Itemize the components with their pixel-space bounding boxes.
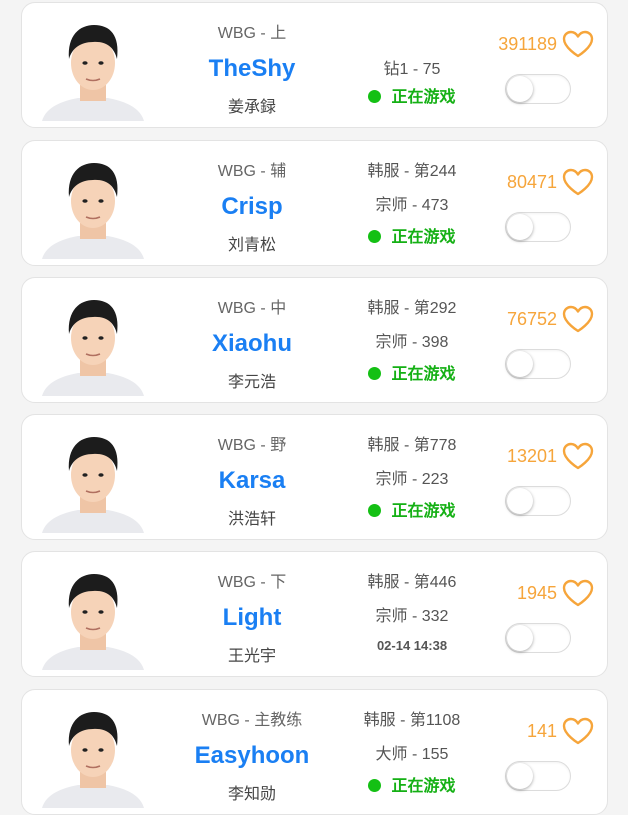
toggle-knob[interactable] xyxy=(507,625,533,651)
player-nickname[interactable]: Xiaohu xyxy=(172,330,332,358)
heart-icon[interactable] xyxy=(561,578,595,608)
follow-toggle[interactable] xyxy=(505,74,571,104)
online-status: 正在游戏 xyxy=(342,772,482,796)
follow-toggle[interactable] xyxy=(505,486,571,516)
heart-icon[interactable] xyxy=(561,441,595,471)
tier-rank: 大师 - 155 xyxy=(375,746,449,763)
server-rank: 韩服 - 第1108 xyxy=(363,712,461,729)
player-avatar xyxy=(40,560,146,670)
follow-toggle[interactable] xyxy=(505,212,571,242)
like-area[interactable]: 141 xyxy=(527,716,595,746)
heart-icon[interactable] xyxy=(561,716,595,746)
team-position: WBG - 野 xyxy=(217,437,287,454)
status-label: 正在游戏 xyxy=(391,89,456,106)
online-status: 正在游戏 xyxy=(342,497,482,521)
player-nickname[interactable]: TheShy xyxy=(172,55,332,83)
player-card[interactable]: WBG - 下 Light 王光宇 韩服 - 第446 宗师 - 332 02-14 14… xyxy=(21,551,608,677)
online-status: 正在游戏 xyxy=(342,83,482,107)
player-card[interactable]: WBG - 野 Karsa 洪浩轩 韩服 - 第778 宗师 - 223 正在游戏 1320… xyxy=(21,414,608,540)
player-real-name: 洪浩轩 xyxy=(227,511,276,528)
player-nickname[interactable]: Crisp xyxy=(172,193,332,221)
server-rank: 韩服 - 第292 xyxy=(367,300,457,317)
player-nickname[interactable]: Karsa xyxy=(172,467,332,495)
player-avatar xyxy=(40,149,146,259)
online-dot-icon xyxy=(368,779,382,792)
online-status: 正在游戏 xyxy=(342,223,482,247)
tier-rank: 宗师 - 223 xyxy=(375,471,449,488)
like-area[interactable]: 391189 xyxy=(498,29,595,59)
online-dot-icon xyxy=(368,504,382,517)
player-real-name: 李元浩 xyxy=(227,374,276,391)
online-status: 正在游戏 xyxy=(342,360,482,384)
player-nickname[interactable]: Light xyxy=(172,604,332,632)
tier-rank: 钻1 - 75 xyxy=(383,61,441,78)
player-real-name: 姜承録 xyxy=(227,99,276,116)
last-seen-time: 02-14 14:38 xyxy=(376,638,448,653)
like-count: 80471 xyxy=(506,171,557,192)
heart-icon[interactable] xyxy=(561,167,595,197)
player-real-name: 王光宇 xyxy=(227,648,276,665)
team-position: WBG - 下 xyxy=(217,574,287,591)
team-position: WBG - 辅 xyxy=(217,163,287,180)
like-area[interactable]: 76752 xyxy=(507,304,595,334)
player-nickname[interactable]: Easyhoon xyxy=(172,742,332,770)
like-count: 391189 xyxy=(498,33,557,54)
toggle-knob[interactable] xyxy=(507,76,533,102)
player-card[interactable]: WBG - 上 TheShy 姜承録 钻1 - 75 正在游戏 391189 xyxy=(21,2,608,128)
team-position: WBG - 中 xyxy=(217,300,287,317)
tier-rank: 宗师 - 398 xyxy=(375,334,449,351)
player-real-name: 李知勋 xyxy=(227,786,276,803)
tier-rank: 宗师 - 473 xyxy=(375,197,449,214)
like-count: 141 xyxy=(526,720,557,741)
heart-icon[interactable] xyxy=(561,29,595,59)
online-dot-icon xyxy=(368,367,382,380)
like-count: 76752 xyxy=(506,308,557,329)
player-card[interactable]: WBG - 中 Xiaohu 李元浩 韩服 - 第292 宗师 - 398 正在游戏 767… xyxy=(21,277,608,403)
like-count: 1945 xyxy=(516,582,557,603)
status-label: 正在游戏 xyxy=(391,503,456,520)
player-list: WBG - 上 TheShy 姜承録 钻1 - 75 正在游戏 391189 WBG - 辅… xyxy=(0,0,628,815)
player-avatar xyxy=(40,11,146,121)
follow-toggle[interactable] xyxy=(505,349,571,379)
follow-toggle[interactable] xyxy=(505,761,571,791)
status-label: 正在游戏 xyxy=(391,366,456,383)
player-avatar xyxy=(40,698,146,808)
heart-icon[interactable] xyxy=(561,304,595,334)
like-area[interactable]: 13201 xyxy=(507,441,595,471)
server-rank: 韩服 - 第778 xyxy=(367,437,457,454)
team-position: WBG - 主教练 xyxy=(201,712,303,729)
toggle-knob[interactable] xyxy=(507,488,533,514)
player-avatar xyxy=(40,423,146,533)
server-rank: 韩服 - 第446 xyxy=(367,574,457,591)
follow-toggle[interactable] xyxy=(505,623,571,653)
like-area[interactable]: 1945 xyxy=(517,578,595,608)
like-count: 13201 xyxy=(506,445,557,466)
status-label: 正在游戏 xyxy=(391,778,456,795)
team-position: WBG - 上 xyxy=(217,25,287,42)
player-card[interactable]: WBG - 主教练 Easyhoon 李知勋 韩服 - 第1108 大师 - 155 正在… xyxy=(21,689,608,815)
toggle-knob[interactable] xyxy=(507,214,533,240)
tier-rank: 宗师 - 332 xyxy=(375,608,449,625)
like-area[interactable]: 80471 xyxy=(507,167,595,197)
status-label: 正在游戏 xyxy=(391,229,456,246)
toggle-knob[interactable] xyxy=(507,351,533,377)
player-card[interactable]: WBG - 辅 Crisp 刘青松 韩服 - 第244 宗师 - 473 正在游戏 8047… xyxy=(21,140,608,266)
server-rank: 韩服 - 第244 xyxy=(367,163,457,180)
player-real-name: 刘青松 xyxy=(227,237,276,254)
online-dot-icon xyxy=(368,230,382,243)
player-avatar xyxy=(40,286,146,396)
online-dot-icon xyxy=(368,90,382,103)
toggle-knob[interactable] xyxy=(507,763,533,789)
